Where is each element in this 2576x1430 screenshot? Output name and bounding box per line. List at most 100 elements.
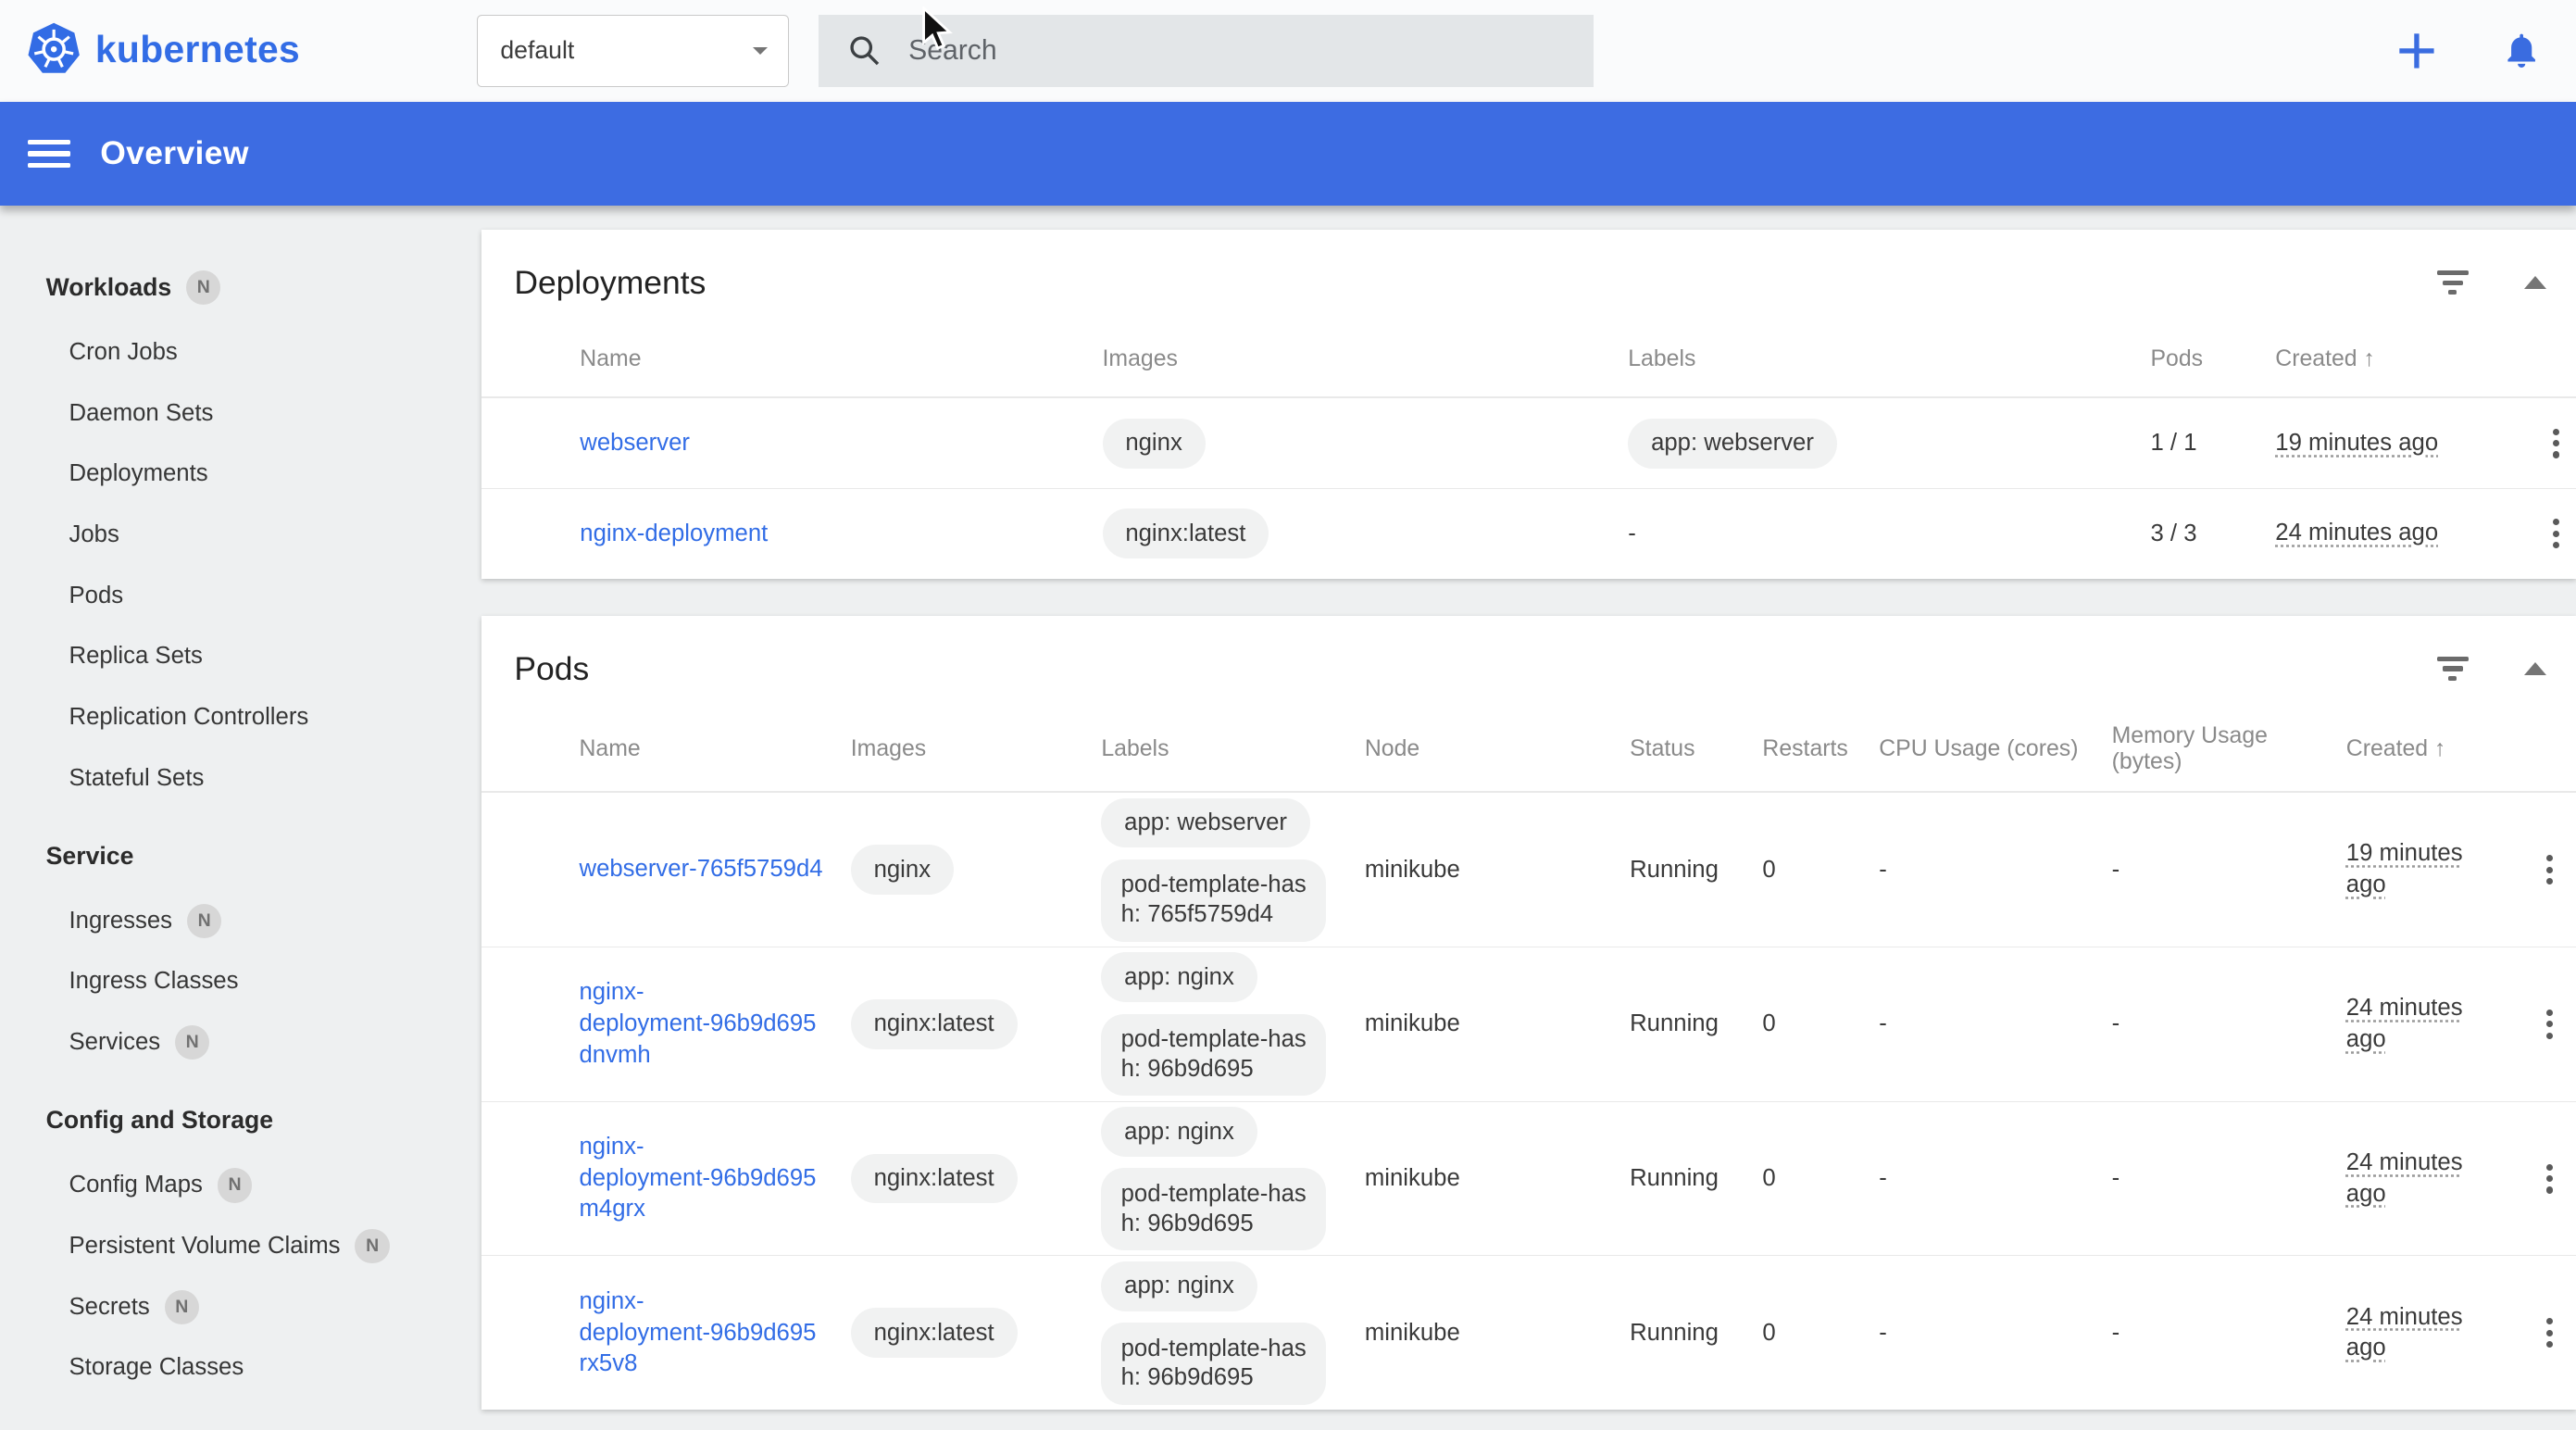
pod-cpu: - (1879, 857, 2111, 884)
sidebar-item-config-maps[interactable]: Config Maps N (0, 1155, 481, 1216)
filter-icon[interactable] (2427, 260, 2478, 305)
item-label: Replication Controllers (69, 704, 309, 731)
sidebar-item-replication-controllers[interactable]: Replication Controllers (0, 687, 481, 748)
item-label: Ingresses (69, 908, 173, 935)
row-menu-icon[interactable] (2540, 1311, 2559, 1354)
kubernetes-wheel-icon (26, 21, 81, 77)
menu-icon[interactable] (28, 133, 70, 174)
page-title: Overview (100, 134, 249, 172)
created-time: 19 minutes ago (2275, 428, 2438, 459)
label-chip: app: nginx (1101, 952, 1257, 1002)
pod-cpu: - (1879, 1320, 2111, 1347)
label-chip: app: webserver (1628, 419, 1837, 469)
label-chip: pod-template-has h: 765f5759d4 (1101, 859, 1326, 942)
image-chip: nginx (1103, 419, 1206, 469)
deployment-row-nginx-deployment: nginx-deployment nginx:latest - 3 / 3 24… (481, 488, 2576, 579)
namespaced-badge: N (186, 270, 220, 305)
chevron-down-icon (753, 47, 768, 55)
column-header-created-sort[interactable]: Created ↑ (2275, 346, 2513, 372)
sidebar-section-config-and-storage[interactable]: Config and Storage (0, 1095, 481, 1148)
card-title: Pods (514, 650, 2427, 688)
pod-restarts: 0 (1762, 1165, 1879, 1192)
pod-status: Running (1630, 1165, 1762, 1192)
collapse-card-icon[interactable] (2524, 662, 2546, 675)
pods-count: 3 / 3 (2150, 521, 2275, 547)
pod-link[interactable]: nginx- deployment-96b9d695 dnvmh (580, 979, 817, 1067)
search-bar[interactable] (819, 15, 1594, 87)
card-title: Deployments (514, 264, 2427, 302)
sidebar-item-replica-sets[interactable]: Replica Sets (0, 626, 481, 687)
notifications-button[interactable] (2497, 26, 2546, 75)
sidebar-item-ingresses[interactable]: Ingresses N (0, 891, 481, 952)
row-menu-icon[interactable] (2546, 422, 2566, 465)
sidebar-nav: Workloads N Cron Jobs Daemon Sets Deploy… (0, 206, 481, 1430)
item-label: Storage Classes (69, 1354, 244, 1381)
sidebar-item-secrets[interactable]: Secrets N (0, 1276, 481, 1337)
sidebar-section-workloads[interactable]: Workloads N (0, 261, 481, 314)
sidebar-item-ingress-classes[interactable]: Ingress Classes (0, 951, 481, 1012)
top-bar: kubernetes default (0, 0, 2576, 102)
sidebar-item-persistent-volume-claims[interactable]: Persistent Volume Claims N (0, 1216, 481, 1277)
sidebar-item-pods[interactable]: Pods (0, 565, 481, 626)
sidebar-item-cron-jobs[interactable]: Cron Jobs (0, 322, 481, 383)
sidebar-item-storage-classes[interactable]: Storage Classes (0, 1337, 481, 1399)
label-chip: app: nginx (1101, 1261, 1257, 1311)
label-chip: app: nginx (1101, 1107, 1257, 1157)
created-time: 24 minutes ago (2346, 1148, 2485, 1210)
column-header-created: Created (2346, 736, 2428, 761)
column-header-images: Images (851, 736, 1102, 762)
item-label: Services (69, 1029, 161, 1056)
pod-restarts: 0 (1762, 1320, 1879, 1347)
image-chip: nginx (851, 845, 954, 895)
sidebar-item-deployments[interactable]: Deployments (0, 444, 481, 505)
pod-status: Running (1630, 857, 1762, 884)
sidebar-item-jobs[interactable]: Jobs (0, 505, 481, 566)
create-resource-button[interactable] (2392, 26, 2441, 75)
pods-count: 1 / 1 (2150, 430, 2275, 457)
pod-link[interactable]: nginx- deployment-96b9d695 rx5v8 (580, 1288, 817, 1376)
deployments-card: Deployments Name Images Labels Pods Crea… (481, 230, 2576, 578)
item-label: Cron Jobs (69, 339, 178, 366)
pod-link[interactable]: nginx- deployment-96b9d695 m4grx (580, 1134, 817, 1222)
kubernetes-logo[interactable]: kubernetes (26, 21, 300, 77)
sort-arrow-icon: ↑ (2434, 736, 2445, 761)
filter-icon[interactable] (2427, 646, 2478, 691)
row-menu-icon[interactable] (2540, 1158, 2559, 1200)
namespaced-badge: N (355, 1229, 389, 1263)
brand-wordmark: kubernetes (95, 28, 300, 71)
column-header-created-sort[interactable]: Created ↑ (2346, 736, 2502, 762)
namespaced-badge: N (165, 1290, 199, 1324)
column-header-memory-usage: Memory Usage (bytes) (2112, 723, 2346, 775)
label-chip: pod-template-has h: 96b9d695 (1101, 1014, 1326, 1097)
namespace-selector[interactable]: default (477, 15, 789, 87)
section-label: Service (46, 842, 134, 871)
pod-node: minikube (1365, 1010, 1630, 1037)
sidebar-item-services[interactable]: Services N (0, 1012, 481, 1073)
row-menu-icon[interactable] (2540, 848, 2559, 891)
pod-node: minikube (1365, 1320, 1630, 1347)
row-menu-icon[interactable] (2540, 1003, 2559, 1046)
label-chip: app: webserver (1101, 798, 1310, 848)
column-header-name: Name (580, 736, 851, 762)
sidebar-item-daemon-sets[interactable]: Daemon Sets (0, 383, 481, 444)
item-label: Replica Sets (69, 643, 203, 670)
pod-memory: - (2112, 857, 2346, 884)
row-menu-icon[interactable] (2546, 512, 2566, 555)
column-header-images: Images (1103, 346, 1629, 372)
sidebar-item-stateful-sets[interactable]: Stateful Sets (0, 747, 481, 809)
labels-empty: - (1628, 521, 2150, 547)
deployment-link[interactable]: webserver (580, 430, 690, 456)
created-time: 24 minutes ago (2346, 993, 2485, 1055)
pod-link[interactable]: webserver-765f5759d4 (580, 856, 823, 882)
pod-status: Running (1630, 1320, 1762, 1347)
collapse-card-icon[interactable] (2524, 276, 2546, 289)
sidebar-section-service[interactable]: Service (0, 830, 481, 883)
column-header-restarts: Restarts (1762, 736, 1879, 762)
created-time: 24 minutes ago (2346, 1302, 2485, 1364)
pod-cpu: - (1879, 1010, 2111, 1037)
pod-row-nginx-rx5v8: nginx- deployment-96b9d695 rx5v8 nginx:l… (481, 1255, 2576, 1410)
column-header-node: Node (1365, 736, 1630, 762)
plus-icon (2395, 29, 2439, 73)
search-input[interactable] (906, 33, 1504, 69)
deployment-link[interactable]: nginx-deployment (580, 521, 768, 546)
